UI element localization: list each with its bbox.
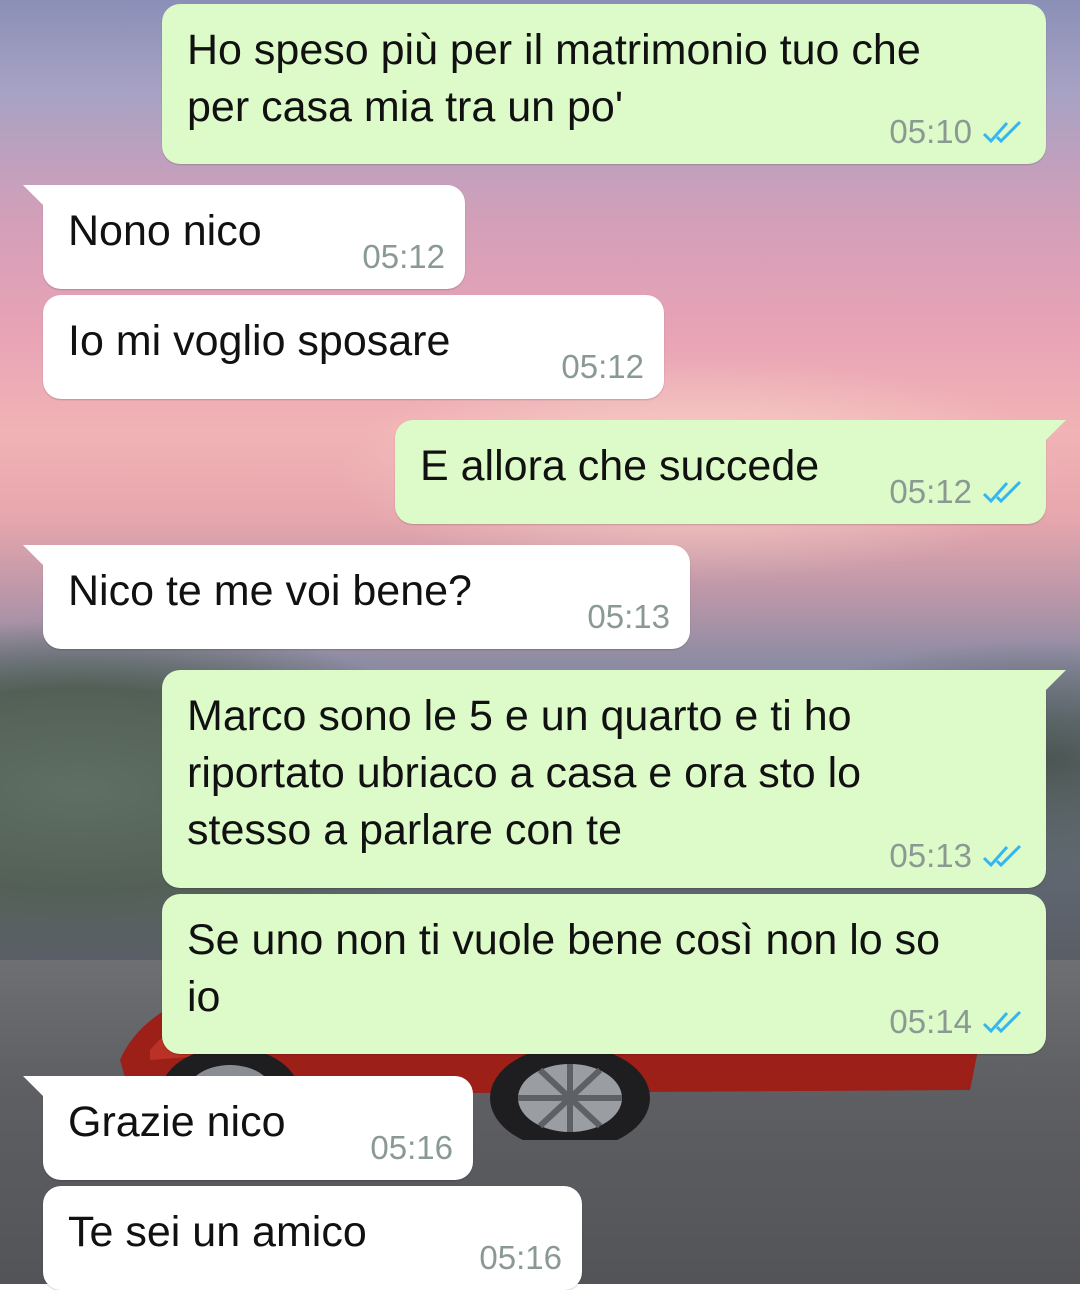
double-check-icon <box>982 1010 1022 1034</box>
message-text: Io mi voglio sposare <box>68 317 451 365</box>
message-time: 05:12 <box>362 238 445 275</box>
message-meta: 05:13 <box>889 836 1026 876</box>
bubble-tail <box>1040 420 1066 446</box>
message-meta: 05:10 <box>889 112 1026 152</box>
message-text: Marco sono le 5 e un quarto e ti ho ripo… <box>187 692 862 854</box>
message-meta: 05:14 <box>889 1002 1026 1042</box>
message-time: 05:12 <box>561 348 644 385</box>
bubble-tail <box>1040 670 1066 696</box>
message-outgoing[interactable]: E allora che succede 05:12 <box>395 420 1066 524</box>
message-time: 05:16 <box>370 1129 453 1166</box>
chat-message-list[interactable]: Ho speso più per il matrimonio tuo che p… <box>0 0 1080 1290</box>
message-text: Ho speso più per il matrimonio tuo che p… <box>187 26 921 131</box>
message-time: 05:14 <box>889 1003 972 1040</box>
message-outgoing[interactable]: Se uno non ti vuole bene così non lo so … <box>162 894 1046 1054</box>
message-outgoing[interactable]: Marco sono le 5 e un quarto e ti ho ripo… <box>162 670 1066 888</box>
message-meta: 05:12 <box>889 472 1026 512</box>
message-incoming[interactable]: Nico te me voi bene? 05:13 <box>23 545 690 649</box>
message-time: 05:12 <box>889 473 972 510</box>
message-meta: 05:12 <box>561 347 644 387</box>
message-text: Grazie nico <box>68 1098 286 1146</box>
message-meta: 05:16 <box>370 1128 453 1168</box>
message-text: Te sei un amico <box>68 1208 367 1256</box>
message-time: 05:13 <box>587 598 670 635</box>
message-meta: 05:13 <box>587 597 670 637</box>
bubble-tail <box>23 185 49 211</box>
message-incoming[interactable]: Te sei un amico 05:16 <box>43 1186 582 1290</box>
message-text: Nico te me voi bene? <box>68 567 472 615</box>
message-meta: 05:16 <box>479 1238 562 1278</box>
message-time: 05:13 <box>889 837 972 874</box>
message-incoming[interactable]: Io mi voglio sposare 05:12 <box>43 295 664 399</box>
message-text: Nono nico <box>68 207 262 255</box>
message-outgoing[interactable]: Ho speso più per il matrimonio tuo che p… <box>162 4 1046 164</box>
double-check-icon <box>982 120 1022 144</box>
message-incoming[interactable]: Grazie nico 05:16 <box>23 1076 473 1180</box>
message-time: 05:10 <box>889 113 972 150</box>
message-time: 05:16 <box>479 1239 562 1276</box>
double-check-icon <box>982 844 1022 868</box>
message-meta: 05:12 <box>362 237 445 277</box>
double-check-icon <box>982 480 1022 504</box>
message-incoming[interactable]: Nono nico 05:12 <box>23 185 465 289</box>
message-text: E allora che succede <box>420 442 820 490</box>
bubble-tail <box>23 1076 49 1102</box>
bubble-tail <box>23 545 49 571</box>
message-text: Se uno non ti vuole bene così non lo so … <box>187 916 941 1021</box>
